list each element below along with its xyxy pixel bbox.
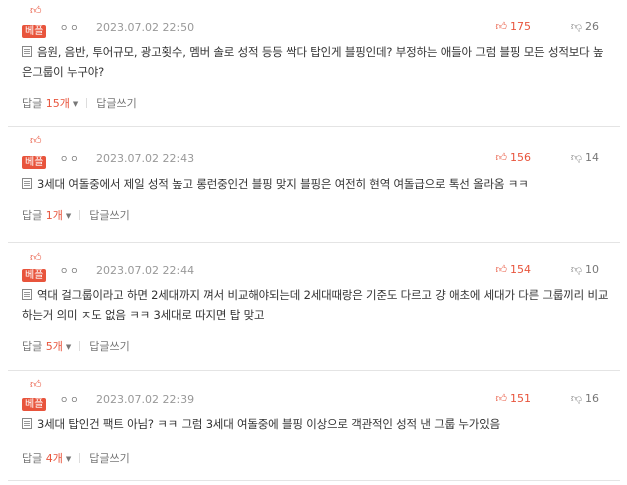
- thumbs-up-icon: 👍︎: [495, 20, 508, 33]
- separator: [79, 453, 81, 463]
- document-icon: [22, 46, 32, 57]
- separator: [79, 341, 81, 351]
- comment-actions: 답글 15개 ▼ 답글쓰기: [22, 95, 137, 111]
- comment-body: 역대 걸그룹이라고 하면 2세대까지 껴서 비교해야되는데 2세대때랑은 기준도…: [22, 285, 612, 325]
- author-name[interactable]: ㅇㅇ: [60, 264, 81, 277]
- reply-toggle[interactable]: 답글 1개 ▼: [22, 209, 71, 222]
- caret-down-icon: ▼: [65, 212, 72, 220]
- best-thumb-icon: 👍︎: [30, 4, 42, 17]
- like-button[interactable]: 👍︎ 156: [496, 151, 532, 164]
- like-button[interactable]: 👍︎ 175: [496, 20, 532, 33]
- like-button[interactable]: 👍︎ 151: [496, 392, 532, 405]
- best-badge: 베플: [22, 25, 47, 38]
- document-icon: [22, 418, 32, 429]
- comment-date: 2023.07.02 22:39: [96, 393, 195, 406]
- reply-count: 1개: [45, 209, 63, 222]
- like-count: 156: [510, 151, 531, 164]
- thumbs-up-icon: 👍︎: [495, 151, 508, 164]
- like-button[interactable]: 👍︎ 154: [496, 263, 532, 276]
- best-badge: 베플: [22, 269, 47, 282]
- thumbs-down-icon: 👎︎: [570, 20, 582, 33]
- comment-body: 3세대 탑인건 팩트 아님? ㅋㅋ 그럼 3세대 여돌중에 블핑 이상으로 객관…: [22, 414, 612, 434]
- comment-divider: [8, 480, 620, 481]
- reply-label: 답글: [22, 209, 43, 222]
- comment-text: 역대 걸그룹이라고 하면 2세대까지 껴서 비교해야되는데 2세대때랑은 기준도…: [22, 288, 609, 322]
- comment-text: 3세대 탑인건 팩트 아님? ㅋㅋ 그럼 3세대 여돌중에 블핑 이상으로 객관…: [37, 417, 500, 431]
- author-name[interactable]: ㅇㅇ: [60, 393, 81, 406]
- dislike-count: 14: [585, 151, 599, 164]
- reply-toggle[interactable]: 답글 4개 ▼: [22, 452, 71, 465]
- reply-count: 5개: [45, 340, 63, 353]
- comment-divider: [8, 242, 620, 243]
- comment-date: 2023.07.02 22:50: [96, 21, 195, 34]
- dislike-count: 16: [585, 392, 599, 405]
- author-name[interactable]: ㅇㅇ: [60, 152, 81, 165]
- comment-divider: [8, 370, 620, 371]
- reply-toggle[interactable]: 답글 5개 ▼: [22, 340, 71, 353]
- document-icon: [22, 289, 32, 300]
- comment-text: 음원, 음반, 투어규모, 광고횟수, 멤버 솔로 성적 등등 싹다 탑인게 블…: [22, 45, 604, 79]
- comment-actions: 답글 5개 ▼ 답글쓰기: [22, 338, 130, 354]
- write-reply-button[interactable]: 답글쓰기: [96, 97, 136, 110]
- comment-body: 음원, 음반, 투어규모, 광고횟수, 멤버 솔로 성적 등등 싹다 탑인게 블…: [22, 42, 612, 82]
- reply-label: 답글: [22, 97, 43, 110]
- caret-down-icon: ▼: [72, 100, 79, 108]
- comment-date: 2023.07.02 22:43: [96, 152, 195, 165]
- thumbs-up-icon: 👍︎: [495, 263, 508, 276]
- dislike-button[interactable]: 👎︎ 10: [571, 263, 599, 276]
- thumbs-down-icon: 👎︎: [570, 392, 582, 405]
- thumbs-up-icon: 👍︎: [495, 392, 508, 405]
- dislike-button[interactable]: 👎︎ 16: [571, 392, 599, 405]
- document-icon: [22, 178, 32, 189]
- reply-count: 4개: [45, 452, 63, 465]
- thumbs-down-icon: 👎︎: [570, 263, 582, 276]
- caret-down-icon: ▼: [65, 343, 72, 351]
- comment-body: 3세대 여돌중에서 제일 성적 높고 롱런중인건 블핑 맞지 블핑은 여전히 현…: [22, 174, 612, 194]
- dislike-button[interactable]: 👎︎ 26: [571, 20, 599, 33]
- separator: [86, 98, 88, 108]
- separator: [79, 210, 81, 220]
- caret-down-icon: ▼: [65, 455, 72, 463]
- best-thumb-icon: 👍︎: [30, 378, 42, 391]
- like-count: 154: [510, 263, 531, 276]
- write-reply-button[interactable]: 답글쓰기: [89, 209, 129, 222]
- dislike-button[interactable]: 👎︎ 14: [571, 151, 599, 164]
- dislike-count: 26: [585, 20, 599, 33]
- comment-date: 2023.07.02 22:44: [96, 264, 195, 277]
- reply-label: 답글: [22, 452, 43, 465]
- like-count: 175: [510, 20, 531, 33]
- reply-count: 15개: [45, 97, 70, 110]
- best-thumb-icon: 👍︎: [30, 134, 42, 147]
- comment-actions: 답글 1개 ▼ 답글쓰기: [22, 207, 130, 223]
- comment-text: 3세대 여돌중에서 제일 성적 높고 롱런중인건 블핑 맞지 블핑은 여전히 현…: [37, 177, 529, 191]
- best-badge: 베플: [22, 156, 47, 169]
- reply-label: 답글: [22, 340, 43, 353]
- write-reply-button[interactable]: 답글쓰기: [89, 452, 129, 465]
- like-count: 151: [510, 392, 531, 405]
- author-name[interactable]: ㅇㅇ: [60, 21, 81, 34]
- dislike-count: 10: [585, 263, 599, 276]
- comment-divider: [8, 126, 620, 127]
- comment-actions: 답글 4개 ▼ 답글쓰기: [22, 450, 130, 466]
- reply-toggle[interactable]: 답글 15개 ▼: [22, 97, 78, 110]
- thumbs-down-icon: 👎︎: [570, 151, 582, 164]
- best-badge: 베플: [22, 398, 47, 411]
- write-reply-button[interactable]: 답글쓰기: [89, 340, 129, 353]
